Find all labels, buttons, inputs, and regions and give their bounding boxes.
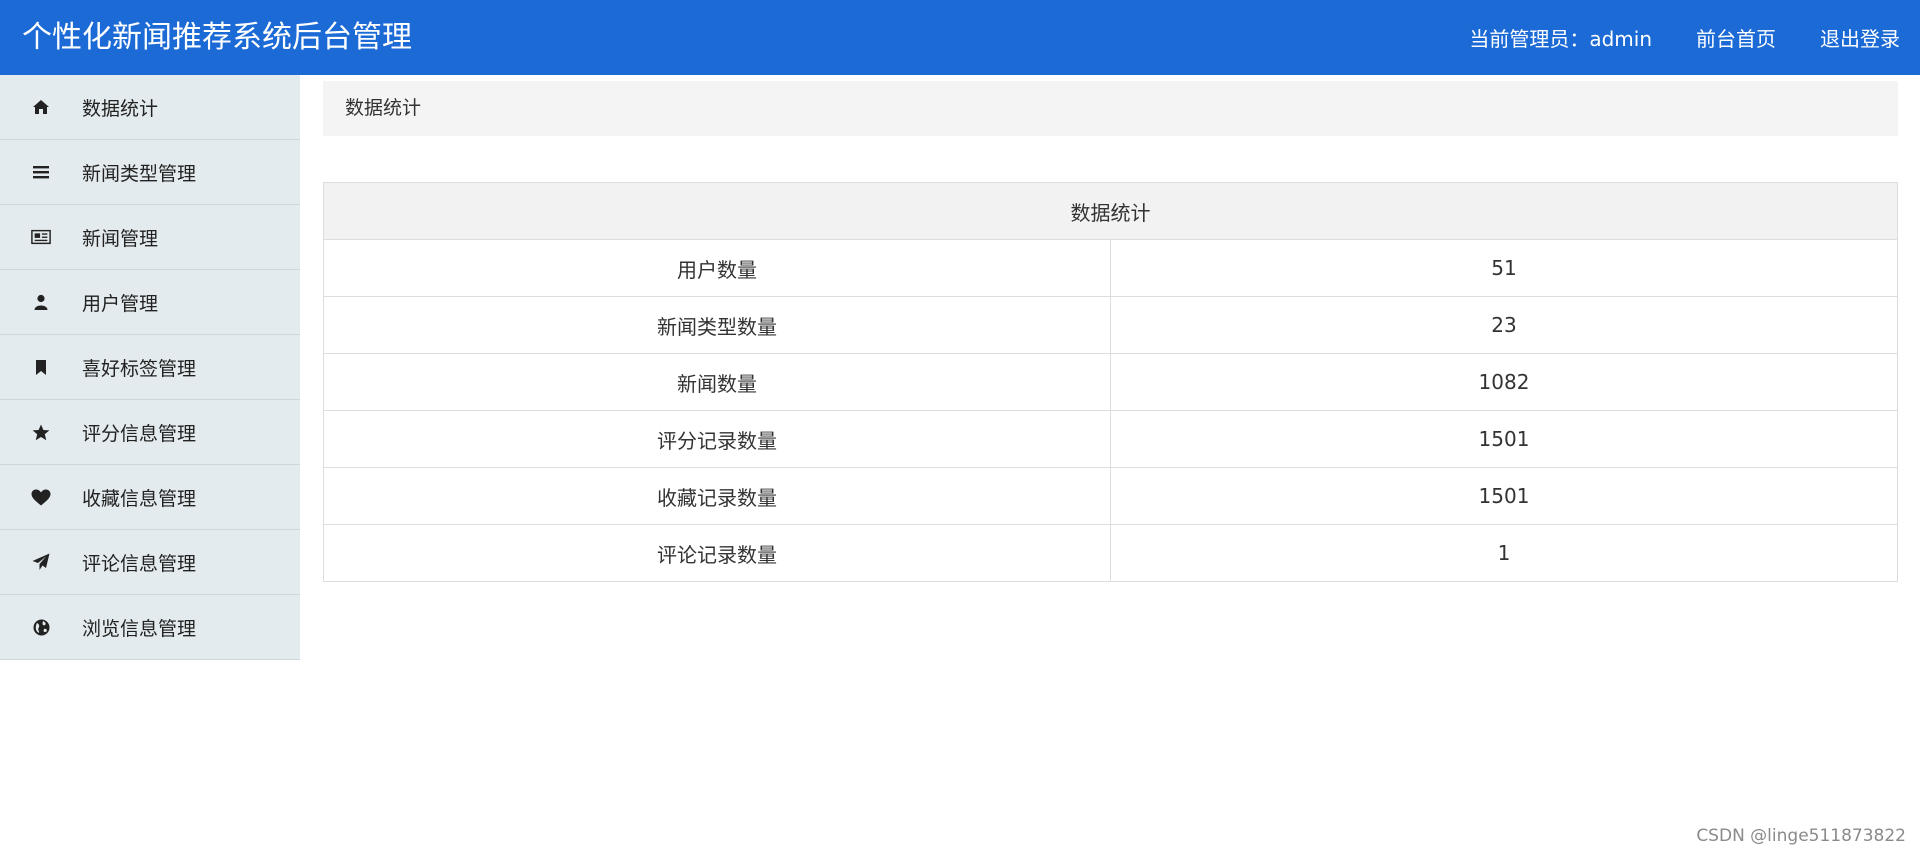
main-content: 数据统计 数据统计 用户数量 51 新闻类型数量 23 新闻数量 1082 评分…	[323, 75, 1898, 582]
star-icon	[31, 422, 51, 442]
top-bar: 个性化新闻推荐系统后台管理 当前管理员：admin 前台首页 退出登录	[0, 0, 1920, 75]
breadcrumb: 数据统计	[323, 81, 1898, 136]
sidebar-item-label: 新闻管理	[82, 227, 159, 250]
stats-table-header: 数据统计	[323, 182, 1898, 240]
stat-value: 51	[1110, 239, 1898, 297]
sidebar-item-users[interactable]: 用户管理	[0, 270, 300, 335]
sidebar-item-label: 用户管理	[82, 292, 159, 315]
table-row: 评分记录数量 1501	[323, 410, 1898, 468]
sidebar-item-label: 收藏信息管理	[82, 487, 197, 510]
sidebar-item-stats[interactable]: 数据统计	[0, 75, 300, 140]
sidebar-item-label: 评分信息管理	[82, 422, 197, 445]
stat-label: 评论记录数量	[323, 524, 1111, 582]
sidebar-item-tags[interactable]: 喜好标签管理	[0, 335, 300, 400]
stat-label: 评分记录数量	[323, 410, 1111, 468]
stat-value: 1501	[1110, 467, 1898, 525]
sidebar-item-label: 评论信息管理	[82, 552, 197, 575]
sidebar: 数据统计 新闻类型管理 新闻管理 用户管理 喜好标签管理 评分信息管理 收藏信息…	[0, 75, 300, 660]
list-icon	[31, 162, 51, 182]
newspaper-icon	[31, 227, 51, 247]
current-admin-label: 当前管理员：admin	[1469, 27, 1652, 51]
logout-link[interactable]: 退出登录	[1820, 23, 1900, 52]
sidebar-item-browsing[interactable]: 浏览信息管理	[0, 595, 300, 660]
table-row: 新闻类型数量 23	[323, 296, 1898, 354]
stat-label: 收藏记录数量	[323, 467, 1111, 525]
sidebar-item-ratings[interactable]: 评分信息管理	[0, 400, 300, 465]
user-icon	[31, 292, 51, 312]
watermark: CSDN @linge511873822	[1696, 826, 1906, 846]
heart-icon	[31, 487, 51, 507]
table-row: 评论记录数量 1	[323, 524, 1898, 582]
globe-icon	[31, 617, 51, 637]
sidebar-item-favorites[interactable]: 收藏信息管理	[0, 465, 300, 530]
table-row: 新闻数量 1082	[323, 353, 1898, 411]
frontend-home-link[interactable]: 前台首页	[1696, 23, 1776, 52]
stats-table: 数据统计 用户数量 51 新闻类型数量 23 新闻数量 1082 评分记录数量 …	[323, 182, 1898, 582]
table-row: 收藏记录数量 1501	[323, 467, 1898, 525]
sidebar-item-label: 新闻类型管理	[82, 162, 197, 185]
sidebar-item-news-types[interactable]: 新闻类型管理	[0, 140, 300, 205]
stat-label: 用户数量	[323, 239, 1111, 297]
sidebar-item-comments[interactable]: 评论信息管理	[0, 530, 300, 595]
home-icon	[31, 97, 51, 117]
sidebar-item-label: 浏览信息管理	[82, 617, 197, 640]
paper-plane-icon	[31, 552, 51, 572]
stat-value: 1082	[1110, 353, 1898, 411]
bookmark-icon	[31, 357, 51, 377]
sidebar-item-news[interactable]: 新闻管理	[0, 205, 300, 270]
sidebar-item-label: 喜好标签管理	[82, 357, 197, 380]
stat-value: 1501	[1110, 410, 1898, 468]
sidebar-item-label: 数据统计	[82, 97, 159, 120]
stat-label: 新闻数量	[323, 353, 1111, 411]
stat-value: 23	[1110, 296, 1898, 354]
top-nav: 当前管理员：admin 前台首页 退出登录	[1425, 0, 1900, 75]
stat-label: 新闻类型数量	[323, 296, 1111, 354]
stat-value: 1	[1110, 524, 1898, 582]
app-title: 个性化新闻推荐系统后台管理	[22, 20, 412, 55]
table-row: 用户数量 51	[323, 239, 1898, 297]
